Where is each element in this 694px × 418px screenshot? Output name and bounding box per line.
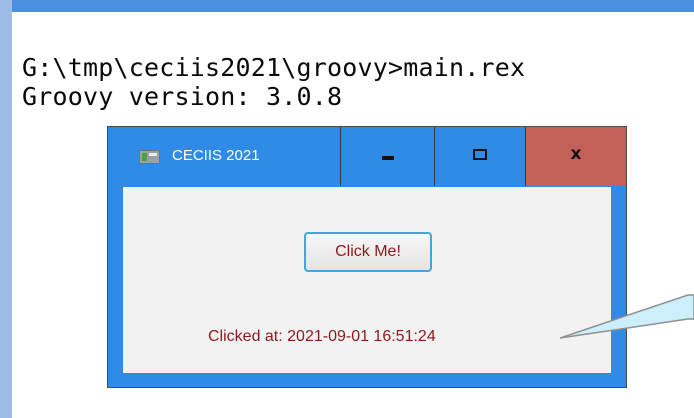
close-button[interactable]: x <box>525 127 626 186</box>
click-me-button[interactable]: Click Me! <box>304 232 432 272</box>
client-area: Click Me! Clicked at: 2021-09-01 16:51:2… <box>123 187 611 373</box>
title-area[interactable]: CECIIS 2021 <box>108 127 340 186</box>
app-window: CECIIS 2021 x Click Me! Clicked at: 2021… <box>107 126 627 388</box>
close-icon: x <box>570 143 582 164</box>
maximize-icon <box>473 149 487 160</box>
maximize-button[interactable] <box>434 127 525 186</box>
console-title-bar <box>12 0 694 12</box>
console-line: Groovy version: 3.0.8 <box>22 82 343 111</box>
callout-pointer <box>560 294 694 339</box>
minimize-button[interactable] <box>340 127 434 186</box>
window-title: CECIIS 2021 <box>172 147 260 164</box>
console-left-border <box>0 0 12 418</box>
clicked-at-label: Clicked at: 2021-09-01 16:51:24 <box>208 328 436 345</box>
minimize-icon <box>381 155 394 160</box>
title-bar[interactable]: CECIIS 2021 x <box>108 127 626 186</box>
console-line: G:\tmp\ceciis2021\groovy>main.rex <box>22 53 526 82</box>
app-window-icon <box>139 149 160 164</box>
